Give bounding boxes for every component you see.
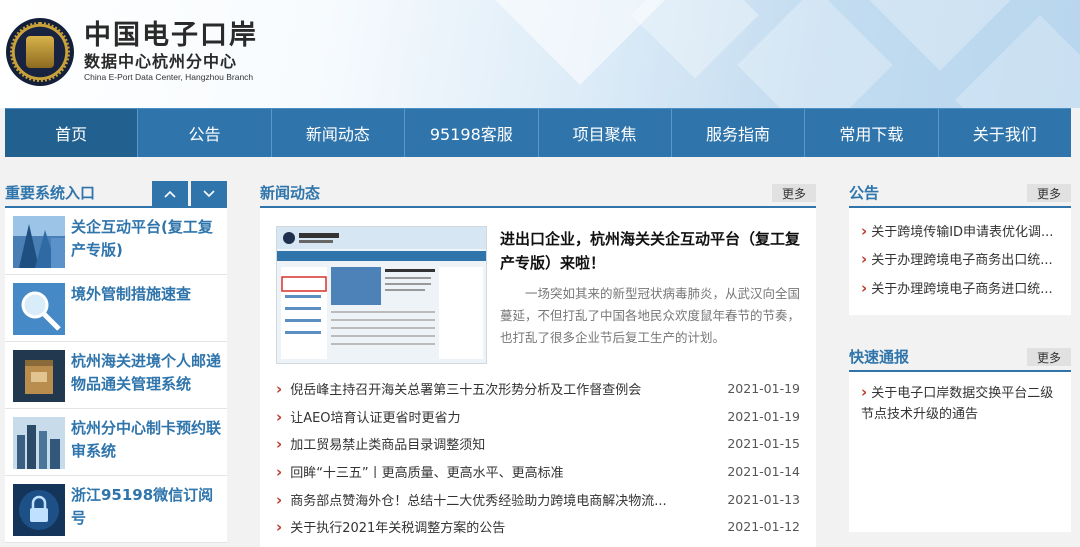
featured-news-body: 进出口企业，杭州海关关企互动平台（复工复产专版）来啦！ 一场突如其来的新型冠状病… xyxy=(487,226,800,370)
news-item-title[interactable]: 关于执行2021年关税调整方案的公告 xyxy=(276,517,505,536)
website-screenshot-icon xyxy=(277,227,486,363)
nav-news[interactable]: 新闻动态 xyxy=(272,109,406,157)
scroll-down-button[interactable] xyxy=(191,181,227,206)
system-link-postal-clearance[interactable]: 杭州海关进境个人邮递物品通关管理系统 xyxy=(5,342,227,409)
news-title: 新闻动态 xyxy=(260,184,321,202)
quick-more-button[interactable]: 更多 xyxy=(1027,348,1071,366)
quick-title: 快速通报 xyxy=(849,348,910,366)
news-item-title[interactable]: 加工贸易禁止类商品目录调整须知 xyxy=(276,434,485,453)
logo-caduceus-icon xyxy=(26,36,54,68)
news-item[interactable]: 商务部点赞海外仓！总结十二大优秀经验助力跨境电商解决物流... 2021-01-… xyxy=(276,485,800,513)
site-subtitle: 数据中心杭州分中心 xyxy=(84,52,238,71)
news-item-title[interactable]: 回眸“十三五”丨更高质量、更高水平、更高标准 xyxy=(276,462,563,481)
sidebar-right: 公告 更多 关于跨境传输ID申请表优化调... 关于办理跨境电子商务出口统...… xyxy=(849,181,1071,532)
featured-news-summary: 一场突如其来的新型冠状病毒肺炎，从武汉向全国蔓延，不但打乱了中国各地民众欢度鼠年… xyxy=(500,286,801,345)
featured-news: 进出口企业，杭州海关关企互动平台（复工复产专版）来啦！ 一场突如其来的新型冠状病… xyxy=(276,226,800,370)
news-item[interactable]: 让AEO培育认证更省时更省力 2021-01-19 xyxy=(276,403,800,431)
quick-item[interactable]: 关于电子口岸数据交换平台二级节点技术升级的通告 xyxy=(861,382,1059,425)
systems-panel: 重要系统入口 关企互动平台(复工复产专版) 境外管制措施速查 杭州海关进境个人邮… xyxy=(5,181,227,543)
site-title: 中国电子口岸 xyxy=(84,20,258,51)
news-panel: 新闻动态 更多 进出口企业，杭州海关关企互动平台（复工复产专版）来啦！ 一场突如… xyxy=(260,181,816,547)
news-item-title[interactable]: 让AEO培育认证更省时更省力 xyxy=(276,407,460,426)
building-photo-icon xyxy=(13,216,65,268)
site-header: 中国电子口岸 数据中心杭州分中心 China E-Port Data Cente… xyxy=(0,0,1080,108)
news-item-date: 2021-01-19 xyxy=(727,408,800,424)
scroll-up-button[interactable] xyxy=(152,181,188,206)
magnifier-photo-icon xyxy=(13,283,65,335)
nav-home[interactable]: 首页 xyxy=(5,109,139,157)
system-link-wechat-subscription[interactable]: 浙江95198微信订阅号 xyxy=(5,476,227,543)
systems-header: 重要系统入口 xyxy=(5,181,227,208)
news-item-title[interactable]: 商务部点赞海外仓！总结十二大优秀经验助力跨境电商解决物流... xyxy=(276,490,666,509)
lock-photo-icon xyxy=(13,484,65,536)
system-label: 杭州分中心制卡预约联审系统 xyxy=(71,419,222,460)
news-item-date: 2021-01-13 xyxy=(727,491,800,507)
news-item[interactable]: 倪岳峰主持召开海关总署第三十五次形势分析及工作督查例会 2021-01-19 xyxy=(276,375,800,403)
nav-downloads[interactable]: 常用下载 xyxy=(805,109,939,157)
systems-list: 关企互动平台(复工复产专版) 境外管制措施速查 杭州海关进境个人邮递物品通关管理… xyxy=(5,208,227,543)
news-header: 新闻动态 更多 xyxy=(260,181,816,208)
notice-list: 关于跨境传输ID申请表优化调... 关于办理跨境电子商务出口统... 关于办理跨… xyxy=(849,208,1071,315)
news-item[interactable]: 回眸“十三五”丨更高质量、更高水平、更高标准 2021-01-14 xyxy=(276,458,800,486)
carousel-controls xyxy=(152,181,227,206)
quick-list: 关于电子口岸数据交换平台二级节点技术升级的通告 xyxy=(849,372,1071,532)
logo-text[interactable]: 中国电子口岸 数据中心杭州分中心 China E-Port Data Cente… xyxy=(84,20,258,83)
system-label: 杭州海关进境个人邮递物品通关管理系统 xyxy=(71,352,222,393)
news-item-date: 2021-01-15 xyxy=(727,436,800,452)
system-link-enterprise-platform[interactable]: 关企互动平台(复工复产专版) xyxy=(5,208,227,275)
site-subtitle-en: China E-Port Data Center, Hangzhou Branc… xyxy=(84,72,254,82)
news-item-title[interactable]: 倪岳峰主持召开海关总署第三十五次形势分析及工作督查例会 xyxy=(276,379,641,398)
system-link-overseas-control[interactable]: 境外管制措施速查 xyxy=(5,275,227,342)
news-more-button[interactable]: 更多 xyxy=(772,184,816,202)
news-item-date: 2021-01-12 xyxy=(727,519,800,535)
featured-news-title[interactable]: 进出口企业，杭州海关关企互动平台（复工复产专版）来啦！ xyxy=(500,227,800,275)
notice-more-button[interactable]: 更多 xyxy=(1027,184,1071,202)
systems-title: 重要系统入口 xyxy=(5,184,96,202)
notice-item[interactable]: 关于跨境传输ID申请表优化调... xyxy=(861,218,1059,246)
nav-about[interactable]: 关于我们 xyxy=(939,109,1071,157)
nav-notice[interactable]: 公告 xyxy=(138,109,272,157)
logo-emblem[interactable] xyxy=(6,18,74,86)
notice-title: 公告 xyxy=(849,184,880,202)
chevron-down-icon xyxy=(203,189,215,197)
quick-header: 快速通报 更多 xyxy=(849,345,1071,372)
system-link-card-appointment[interactable]: 杭州分中心制卡预约联审系统 xyxy=(5,409,227,476)
news-item-date: 2021-01-14 xyxy=(727,464,800,480)
nav-guide[interactable]: 服务指南 xyxy=(672,109,806,157)
notice-header: 公告 更多 xyxy=(849,181,1071,208)
header-decoration xyxy=(869,0,1011,71)
nav-projects[interactable]: 项目聚焦 xyxy=(539,109,672,157)
chevron-up-icon xyxy=(164,190,176,198)
news-item[interactable]: 加工贸易禁止类商品目录调整须知 2021-01-15 xyxy=(276,430,800,458)
parcel-photo-icon xyxy=(13,350,65,402)
news-content: 进出口企业，杭州海关关企互动平台（复工复产专版）来啦！ 一场突如其来的新型冠状病… xyxy=(260,208,816,547)
notice-item[interactable]: 关于办理跨境电子商务出口统... xyxy=(861,246,1059,274)
system-label: 浙江95198微信订阅号 xyxy=(71,486,214,527)
news-item[interactable]: 关于执行2021年关税调整方案的公告 2021-01-12 xyxy=(276,513,800,541)
news-list: 倪岳峰主持召开海关总署第三十五次形势分析及工作督查例会 2021-01-19 让… xyxy=(276,375,800,541)
news-item-date: 2021-01-19 xyxy=(727,381,800,397)
nav-service[interactable]: 95198客服 xyxy=(405,109,539,157)
header-decoration xyxy=(737,0,893,108)
notice-item[interactable]: 关于办理跨境电子商务进口统... xyxy=(861,275,1059,303)
city-photo-icon xyxy=(13,417,65,469)
featured-news-image[interactable] xyxy=(276,226,487,364)
system-label: 境外管制措施速查 xyxy=(71,285,192,303)
system-label: 关企互动平台(复工复产专版) xyxy=(71,218,213,259)
main-nav: 首页 公告 新闻动态 95198客服 项目聚焦 服务指南 常用下载 关于我们 xyxy=(5,108,1071,157)
